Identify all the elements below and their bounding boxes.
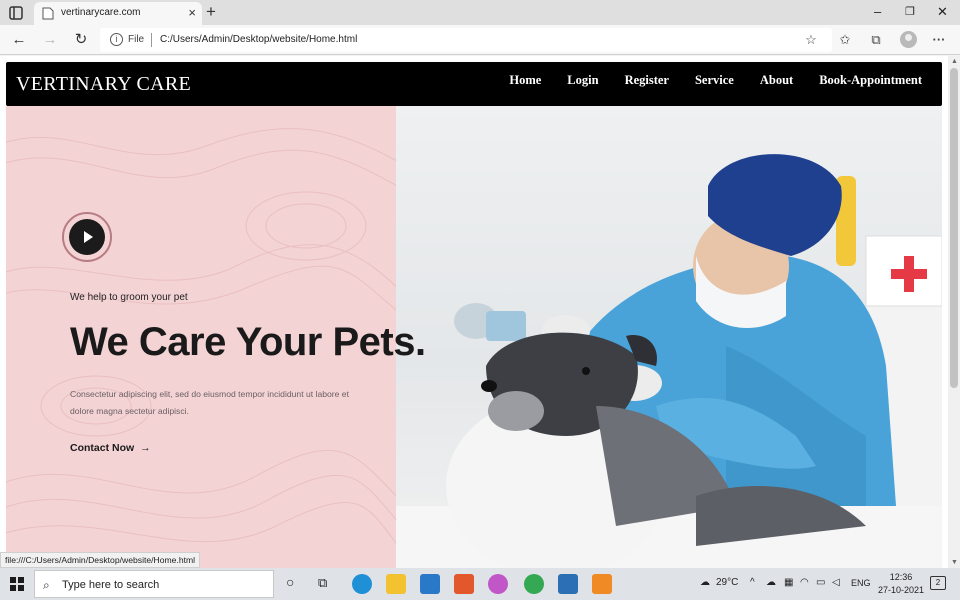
contact-now-label: Contact Now: [70, 442, 135, 454]
add-favorite-icon[interactable]: ☆: [802, 31, 820, 49]
refresh-icon[interactable]: ↻: [71, 30, 91, 50]
search-icon: ⌕: [43, 578, 50, 592]
photos-icon[interactable]: [558, 574, 578, 594]
network-icon[interactable]: ▦: [784, 577, 793, 588]
tab-title: vertinarycare.com: [61, 7, 141, 18]
restore-button[interactable]: ❐: [905, 3, 915, 21]
browser-tab[interactable]: vertinarycare.com ×: [34, 2, 202, 25]
back-arrow-icon[interactable]: ←: [9, 30, 29, 50]
hero-section: We help to groom your pet Consectetur ad…: [6, 106, 942, 568]
edge-browser-icon[interactable]: [352, 574, 372, 594]
favorites-icon[interactable]: ✩: [836, 31, 854, 49]
video-play-ring[interactable]: [62, 212, 112, 262]
nav-book-appointment[interactable]: Book-Appointment: [819, 73, 922, 88]
taskbar-search-box[interactable]: ⌕ Type here to search: [34, 570, 274, 598]
notification-center-icon[interactable]: 2: [930, 576, 946, 590]
weather-temperature[interactable]: 29°C: [716, 577, 738, 588]
nav-about[interactable]: About: [760, 73, 793, 88]
address-bar[interactable]: i File C:/Users/Admin/Desktop/website/Ho…: [100, 28, 832, 52]
minimize-button[interactable]: –: [874, 3, 881, 21]
nav-service[interactable]: Service: [695, 73, 734, 88]
battery-icon[interactable]: ▭: [816, 577, 825, 588]
scroll-up-icon[interactable]: ▲: [951, 58, 958, 65]
onedrive-icon[interactable]: ☁: [766, 577, 776, 588]
nav-home[interactable]: Home: [509, 73, 541, 88]
page-viewport: VERTINARY CARE Home Login Register Servi…: [0, 56, 948, 568]
chevron-up-icon[interactable]: ^: [750, 577, 755, 588]
info-icon[interactable]: i: [110, 33, 123, 46]
status-bar-url: file:///C:/Users/Admin/Desktop/website/H…: [0, 552, 201, 568]
task-view-icon[interactable]: ⧉: [318, 575, 327, 591]
system-clock[interactable]: 12:36 27-10-2021: [878, 571, 924, 597]
hero-photo: [396, 106, 942, 568]
taskbar-search-placeholder: Type here to search: [62, 579, 160, 591]
scroll-down-icon[interactable]: ▼: [951, 559, 958, 566]
clock-time: 12:36: [889, 572, 913, 582]
sublime-text-icon[interactable]: [592, 574, 612, 594]
page-scrollbar[interactable]: ▲ ▼: [948, 56, 960, 568]
address-divider: [151, 33, 152, 47]
input-language[interactable]: ENG: [851, 578, 871, 588]
contact-now-link[interactable]: Contact Now →: [70, 442, 151, 454]
weather-icon[interactable]: ☁: [700, 577, 710, 588]
close-window-button[interactable]: ✕: [937, 3, 948, 21]
cortana-icon[interactable]: ○: [286, 574, 294, 590]
nav-register[interactable]: Register: [625, 73, 669, 88]
hero-headline: We Care Your Pets.: [70, 320, 426, 364]
arrow-right-icon: →: [140, 442, 151, 454]
hero-tagline: We help to groom your pet: [70, 292, 188, 303]
url-text[interactable]: C:/Users/Admin/Desktop/website/Home.html: [160, 34, 357, 45]
windows-taskbar: ⌕ Type here to search ○ ⧉ ☁ 29°C ^ ☁ ▦ ◠…: [0, 568, 960, 600]
collections-icon[interactable]: ⧉: [867, 31, 885, 49]
more-menu-icon[interactable]: ···: [930, 31, 948, 49]
paint3d-icon[interactable]: [488, 574, 508, 594]
nav-login[interactable]: Login: [567, 73, 598, 88]
hero-description: Consectetur adipiscing elit, sed do eius…: [70, 389, 349, 416]
tab-strip: vertinarycare.com × + – ❐ ✕: [0, 0, 960, 25]
file-explorer-icon[interactable]: [386, 574, 406, 594]
wifi-icon[interactable]: ◠: [800, 577, 809, 588]
office-icon[interactable]: [454, 574, 474, 594]
new-tab-button[interactable]: +: [206, 2, 216, 22]
profile-avatar[interactable]: [900, 31, 917, 48]
clock-date: 27-10-2021: [878, 585, 925, 595]
scroll-thumb[interactable]: [950, 68, 958, 388]
page-icon: [42, 7, 54, 20]
forward-arrow-icon[interactable]: →: [40, 30, 60, 50]
chrome-icon[interactable]: [524, 574, 544, 594]
site-navbar: VERTINARY CARE Home Login Register Servi…: [6, 62, 942, 106]
browser-toolbar: ← → ↻ i File C:/Users/Admin/Desktop/webs…: [0, 25, 960, 55]
mail-icon[interactable]: [420, 574, 440, 594]
vet-with-dog-illustration: [396, 154, 942, 568]
main-menu: Home Login Register Service About Book-A…: [483, 73, 922, 88]
play-icon[interactable]: [69, 219, 105, 255]
site-brand[interactable]: VERTINARY CARE: [16, 73, 191, 96]
site-info-label: File: [128, 34, 145, 45]
volume-icon[interactable]: ◁: [832, 577, 840, 588]
windows-start-icon[interactable]: [10, 577, 24, 591]
tab-actions-icon[interactable]: [8, 5, 24, 21]
tab-close-icon[interactable]: ×: [188, 6, 196, 20]
